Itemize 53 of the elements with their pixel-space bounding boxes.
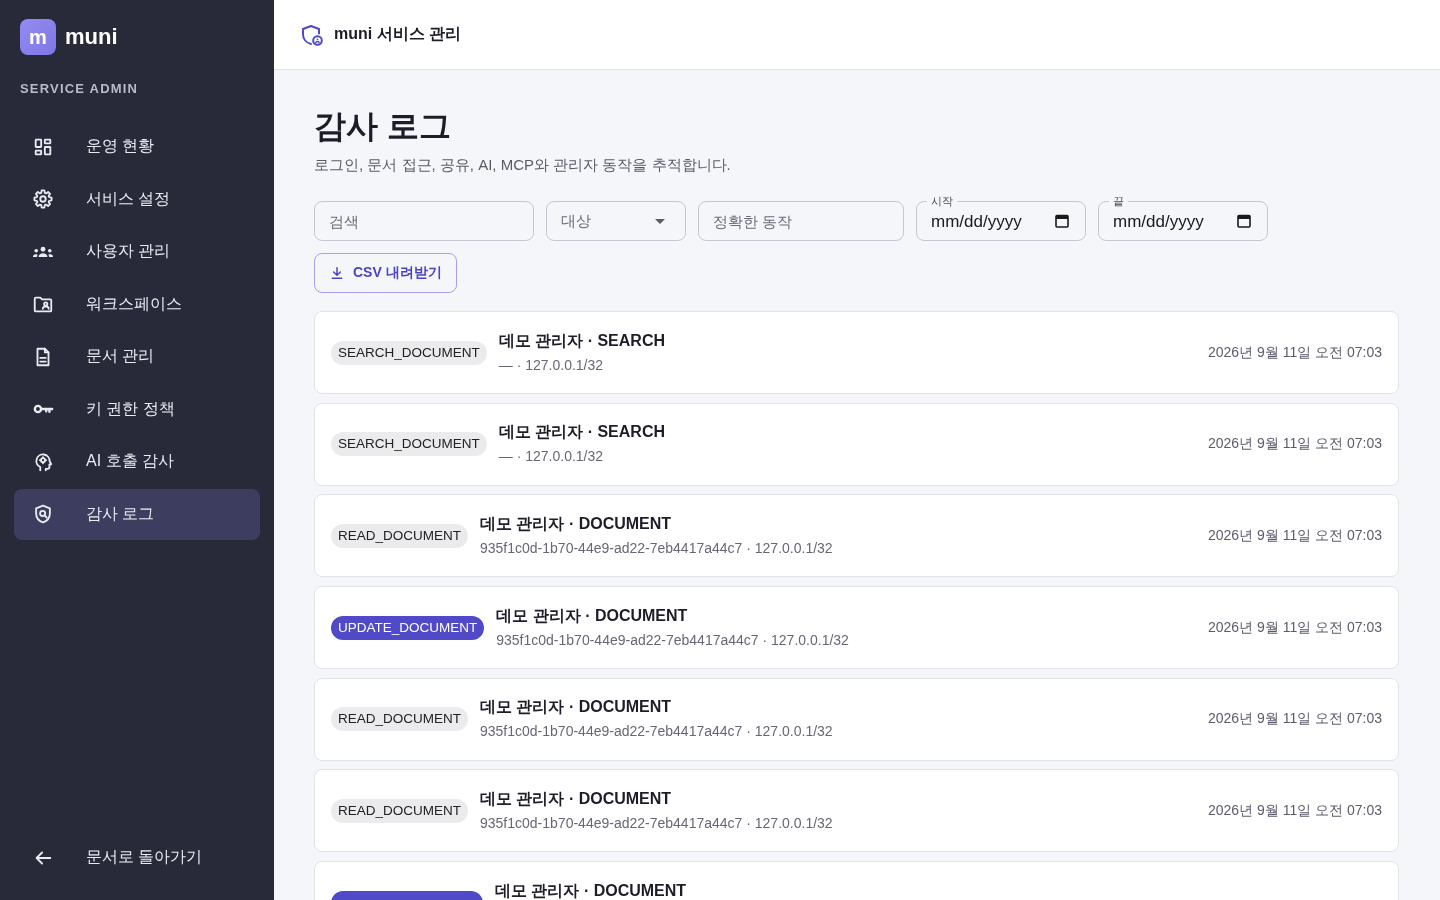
filter-select[interactable]: 대상 xyxy=(546,201,686,241)
logo-name: muni xyxy=(65,24,118,50)
download-icon xyxy=(329,265,345,281)
nav-item[interactable]: 감사 로그 xyxy=(14,488,260,540)
date-field[interactable]: 시작 mm/dd/yyyy xyxy=(916,194,1086,241)
action-badge: SEARCH_DOCUMENT xyxy=(331,340,487,365)
action-badge: READ_DOCUMENT xyxy=(331,523,468,548)
entry-meta: — · 127.0.0.1/32 xyxy=(498,447,605,467)
date-field[interactable]: 끝 mm/dd/yyyy xyxy=(1098,194,1268,241)
entry-title: 데모 관리자 · DOCUMENT xyxy=(480,513,673,534)
entry-title: 데모 관리자 · DOCUMENT xyxy=(496,605,689,626)
action-badge: READ_DOCUMENT xyxy=(331,707,468,732)
nav-item[interactable]: 사용자 관리 xyxy=(14,226,260,277)
filter-input[interactable]: 검색 xyxy=(314,201,534,241)
nav-item[interactable]: AI 호출 감사 xyxy=(14,436,260,487)
entry-timestamp: 2026년 9월 11일 오전 07:03 xyxy=(1207,710,1382,729)
section-label: SERVICE ADMIN xyxy=(19,81,140,97)
entry-timestamp: 2026년 9월 11일 오전 07:03 xyxy=(1207,435,1382,454)
entry-meta: — · 127.0.0.1/32 xyxy=(498,355,605,375)
nav-item[interactable]: 서비스 설정 xyxy=(14,173,260,225)
entry-timestamp: 2026년 9월 11일 오전 07:03 xyxy=(1207,526,1382,545)
entry-meta: 935f1c0d-1b70-44e9-ad22-7eb4417a44c7 · 127.0.0.1/32 xyxy=(496,630,849,650)
entry-meta: 935f1c0d-1b70-44e9-ad22-7eb4417a44c7 · 127.0.0.1/32 xyxy=(480,813,833,833)
csv-download-button[interactable]: CSV 내려받기 xyxy=(314,253,457,293)
entry-meta: 935f1c0d-1b70-44e9-ad22-7eb4417a44c7 · 127.0.0.1/32 xyxy=(480,538,833,558)
entry-title: 데모 관리자 · DOCUMENT xyxy=(495,880,687,900)
entry-title: 데모 관리자 · DOCUMENT xyxy=(480,697,673,718)
entry-timestamp: 2026년 9월 11일 오전 07:03 xyxy=(1207,801,1382,820)
action-badge: READ_DOCUMENT xyxy=(331,798,468,823)
entry-timestamp: 2026년 9월 11일 오전 07:03 xyxy=(1207,343,1382,362)
page-subtitle: 로그인, 문서 접근, 공유, AI, MCP와 관리자 동작을 추적합니다. xyxy=(314,155,732,175)
page-title: 감사 로그 xyxy=(314,107,452,146)
nav-item[interactable]: 운영 현황 xyxy=(14,121,260,172)
back-link[interactable]: 문서로 돌아가기 xyxy=(14,832,260,883)
calendar-icon xyxy=(1055,214,1069,228)
nav-item[interactable]: 문서 관리 xyxy=(14,331,260,382)
app-title: muni 서비스 관리 xyxy=(334,24,462,44)
entry-title: 데모 관리자 · DOCUMENT xyxy=(480,788,673,809)
filter-input[interactable]: 정확한 동작 xyxy=(698,201,904,241)
action-badge: SEARCH_DOCUMENT xyxy=(331,432,487,457)
calendar-icon xyxy=(1237,214,1251,228)
settings-icon xyxy=(32,188,54,210)
entry-timestamp: 2026년 9월 11일 오전 07:03 xyxy=(1207,618,1382,637)
shield-search-icon xyxy=(32,503,54,525)
nav-item[interactable]: 워크스페이스 xyxy=(14,278,260,330)
shield-person-icon xyxy=(300,22,324,47)
entry-meta: 935f1c0d-1b70-44e9-ad22-7eb4417a44c7 · 127.0.0.1/32 xyxy=(480,722,833,742)
entry-title: 데모 관리자 · SEARCH xyxy=(498,422,665,443)
nav-item[interactable]: 키 권한 정책 xyxy=(14,383,260,435)
entry-title: 데모 관리자 · SEARCH xyxy=(498,330,665,351)
logo-mark: m xyxy=(20,19,56,55)
action-badge: UPDATE_DOCUMENT xyxy=(331,615,485,640)
caret-icon xyxy=(655,218,665,224)
